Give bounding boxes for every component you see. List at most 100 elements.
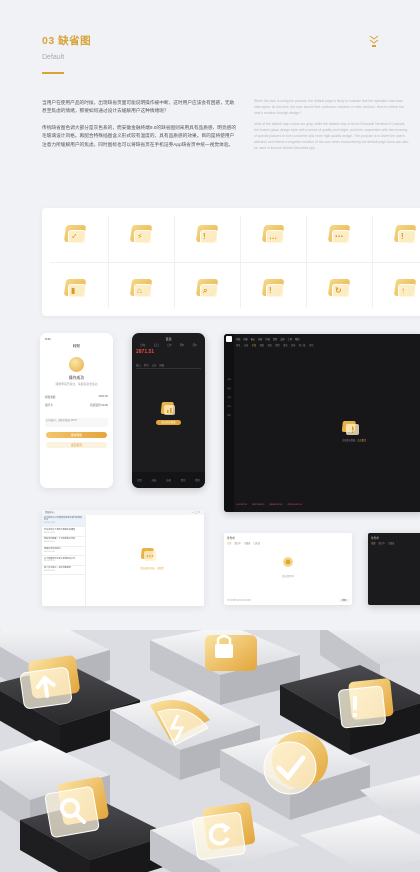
market-tab[interactable]: 美股 bbox=[268, 343, 272, 347]
market-tabs: 首页 自选 沪深 港股 美股 期货 基金 债券 新三板 资讯 bbox=[236, 343, 420, 347]
tab-triggered[interactable]: 已触发 bbox=[388, 541, 395, 545]
list-item[interactable]: 关于调整部分证券交易佣金的公告 2021-12-15 bbox=[42, 556, 85, 566]
sidebar-item[interactable]: 资讯 bbox=[225, 405, 233, 408]
explore-link[interactable]: 去看看 bbox=[157, 568, 164, 570]
item-date: 2021-12-25 bbox=[44, 531, 55, 534]
window-footer: 条件单服务由安信证券提供 新建 bbox=[227, 599, 349, 602]
menu-item[interactable]: 帮助 bbox=[295, 337, 299, 341]
new-order-button[interactable]: 新建 bbox=[338, 599, 349, 602]
menu-item[interactable]: 功能 bbox=[243, 337, 247, 341]
upload-icon: ↑ bbox=[393, 279, 417, 299]
retry-link[interactable]: 点击重试 bbox=[357, 440, 366, 442]
sidebar-item[interactable]: 行情 bbox=[225, 378, 233, 381]
nav-title: 转账 bbox=[72, 344, 81, 348]
market-tab[interactable]: 债券 bbox=[291, 343, 295, 347]
window-controls[interactable]: — ▢ ✕ bbox=[191, 511, 200, 514]
sidebar-item[interactable]: 自选 bbox=[225, 387, 233, 390]
info-icon: ! bbox=[393, 225, 417, 245]
sub-tabs: 盘口 资讯 公告 研报 bbox=[136, 363, 201, 369]
index-quote: 上证 2871.51 bbox=[236, 504, 248, 506]
row-value: 招商银行(6228) bbox=[90, 404, 108, 407]
market-tab[interactable]: 基金 bbox=[283, 343, 287, 347]
market-tab[interactable]: 新三板 bbox=[299, 343, 306, 347]
tab-gonggao[interactable]: 公告 bbox=[152, 363, 157, 367]
tab-zixun[interactable]: 资讯 bbox=[144, 363, 149, 367]
refresh-icon: ↻ bbox=[327, 279, 351, 299]
row-label: 转账金额 bbox=[45, 396, 56, 399]
menu-item[interactable]: 扩展 bbox=[266, 337, 270, 341]
icon-cell: ⌕ bbox=[174, 262, 240, 316]
market-tab[interactable]: 首页 bbox=[236, 343, 240, 347]
sidebar-item[interactable]: 交易 bbox=[225, 396, 233, 399]
menu-item[interactable]: 工具 bbox=[288, 337, 292, 341]
status-time: 9:41 bbox=[45, 337, 51, 341]
menu-item[interactable]: 交易 bbox=[280, 337, 284, 341]
chevron-down-icon[interactable] bbox=[369, 35, 379, 49]
icon-cell: ↻ bbox=[306, 262, 372, 316]
item-date: 2021-12-21 bbox=[44, 541, 55, 544]
market-tab[interactable]: 自选 bbox=[244, 343, 248, 347]
item-date: 2021-12-28 bbox=[44, 522, 55, 525]
footer-note: 条件单服务由安信证券提供 bbox=[227, 600, 252, 602]
message-empty-icon bbox=[141, 548, 156, 561]
section-title: 03 缺省图 bbox=[42, 35, 92, 47]
phone-dark-mockup: 自选 分时 五日 日K 周K 月K 2871.51 盘口 资讯 公告 研报 暂无… bbox=[132, 333, 205, 488]
menu-bar: 系统 功能 报价 分析 扩展 资讯 交易 工具 帮助 bbox=[236, 337, 420, 341]
tab-expired[interactable]: 已失效 bbox=[254, 541, 261, 545]
list-item[interactable]: 安信证券关于系统升级维护的通知 2021-12-25 bbox=[42, 527, 85, 537]
nav-item-jiaoyi[interactable]: 交易 bbox=[166, 478, 171, 482]
list-item[interactable]: 新股申购提醒：今日有新股可申购 2021-12-21 bbox=[42, 537, 85, 547]
window-title: 条件单 bbox=[227, 537, 235, 540]
tab-monitoring[interactable]: 监控中 bbox=[234, 541, 241, 545]
icon-grid-card: ✓ ⚡! … ⋯! ▮ ⌂ ⌕! ↻ ↑ bbox=[42, 208, 420, 316]
alert-icon: ! bbox=[261, 279, 285, 299]
tab-yanbao[interactable]: 研报 bbox=[159, 363, 164, 367]
icon-cell: ⌂ bbox=[108, 262, 174, 316]
tab-yuek[interactable]: 月K bbox=[193, 343, 197, 347]
list-item[interactable]: 两融业务风险提示 2021-12-18 bbox=[42, 547, 85, 557]
icon-cell: ⋯ bbox=[306, 208, 372, 262]
empty-icon bbox=[283, 557, 293, 567]
nav-item-zixun[interactable]: 资讯 bbox=[181, 478, 186, 482]
tab-monitoring[interactable]: 监控中 bbox=[378, 541, 385, 545]
empty-state-button[interactable]: 暂无相关数据 bbox=[156, 420, 181, 425]
phone-light-mockup: 9:41 转账 操作成功 转账申请已提交，请留意资金变动 转账金额 5000.0… bbox=[40, 333, 113, 488]
menu-item[interactable]: 系统 bbox=[236, 337, 240, 341]
nav-item-wode[interactable]: 我的 bbox=[195, 478, 200, 482]
menu-item[interactable]: 报价 bbox=[251, 337, 255, 341]
tab-fenshi[interactable]: 分时 bbox=[140, 343, 145, 347]
back-home-button[interactable]: 返回首页 bbox=[46, 442, 107, 448]
intro-cn: 当用户在使用产品的时候，出现缺省页面可能说明操作被中断。这时用户应该会有困惑，无… bbox=[42, 99, 238, 149]
chart-icon: ▮ bbox=[63, 279, 87, 299]
market-tab[interactable]: 港股 bbox=[260, 343, 264, 347]
icon-cell: ! bbox=[372, 208, 420, 262]
key-white bbox=[300, 815, 420, 872]
order-tabs: 全部 监控中 已触发 已失效 bbox=[227, 541, 260, 545]
list-item[interactable]: 关于发布2021年度安信证券交易日安排的公告 2021-12-28 bbox=[42, 515, 85, 528]
chart-tabs: 分时 五日 日K 周K 月K bbox=[136, 343, 201, 347]
tab-wuri[interactable]: 五日 bbox=[154, 343, 159, 347]
market-tab[interactable]: 资讯 bbox=[309, 343, 313, 347]
row-value: 5000.00 bbox=[98, 395, 108, 398]
chart-empty-icon bbox=[160, 402, 175, 415]
icon-cell: ✓ bbox=[42, 208, 108, 262]
message-list: 关于发布2021年度安信证券交易日安排的公告 2021-12-28 安信证券关于系统… bbox=[42, 515, 86, 606]
continue-button[interactable]: 继续转账 bbox=[46, 432, 107, 438]
sidebar-item[interactable]: 我的 bbox=[225, 414, 233, 417]
tab-triggered[interactable]: 已触发 bbox=[244, 541, 251, 545]
tab-rik[interactable]: 日K bbox=[167, 343, 171, 347]
tab-all[interactable]: 全部 bbox=[227, 541, 231, 545]
tab-pankou[interactable]: 盘口 bbox=[136, 363, 141, 367]
menu-item[interactable]: 分析 bbox=[258, 337, 262, 341]
condition-order-window: 条件单 全部 监控中 已触发 已失效 暂无条件单 条件单服务由安信证券提供 新建 bbox=[224, 533, 352, 605]
list-item[interactable]: 账户安全提示：请勿泄露密码 2021-12-12 bbox=[42, 566, 85, 576]
empty-text: 当前暂无数据， bbox=[341, 440, 358, 442]
intro-en: When the user is using the product, the … bbox=[254, 99, 410, 151]
nav-item-zixuan[interactable]: 自选 bbox=[152, 478, 157, 482]
tab-zhouk[interactable]: 周K bbox=[180, 343, 184, 347]
market-tab[interactable]: 期货 bbox=[275, 343, 279, 347]
tab-all[interactable]: 全部 bbox=[371, 541, 375, 545]
menu-item[interactable]: 资讯 bbox=[273, 337, 277, 341]
nav-item-hangqing[interactable]: 行情 bbox=[137, 478, 142, 482]
market-tab[interactable]: 沪深 bbox=[252, 343, 256, 347]
